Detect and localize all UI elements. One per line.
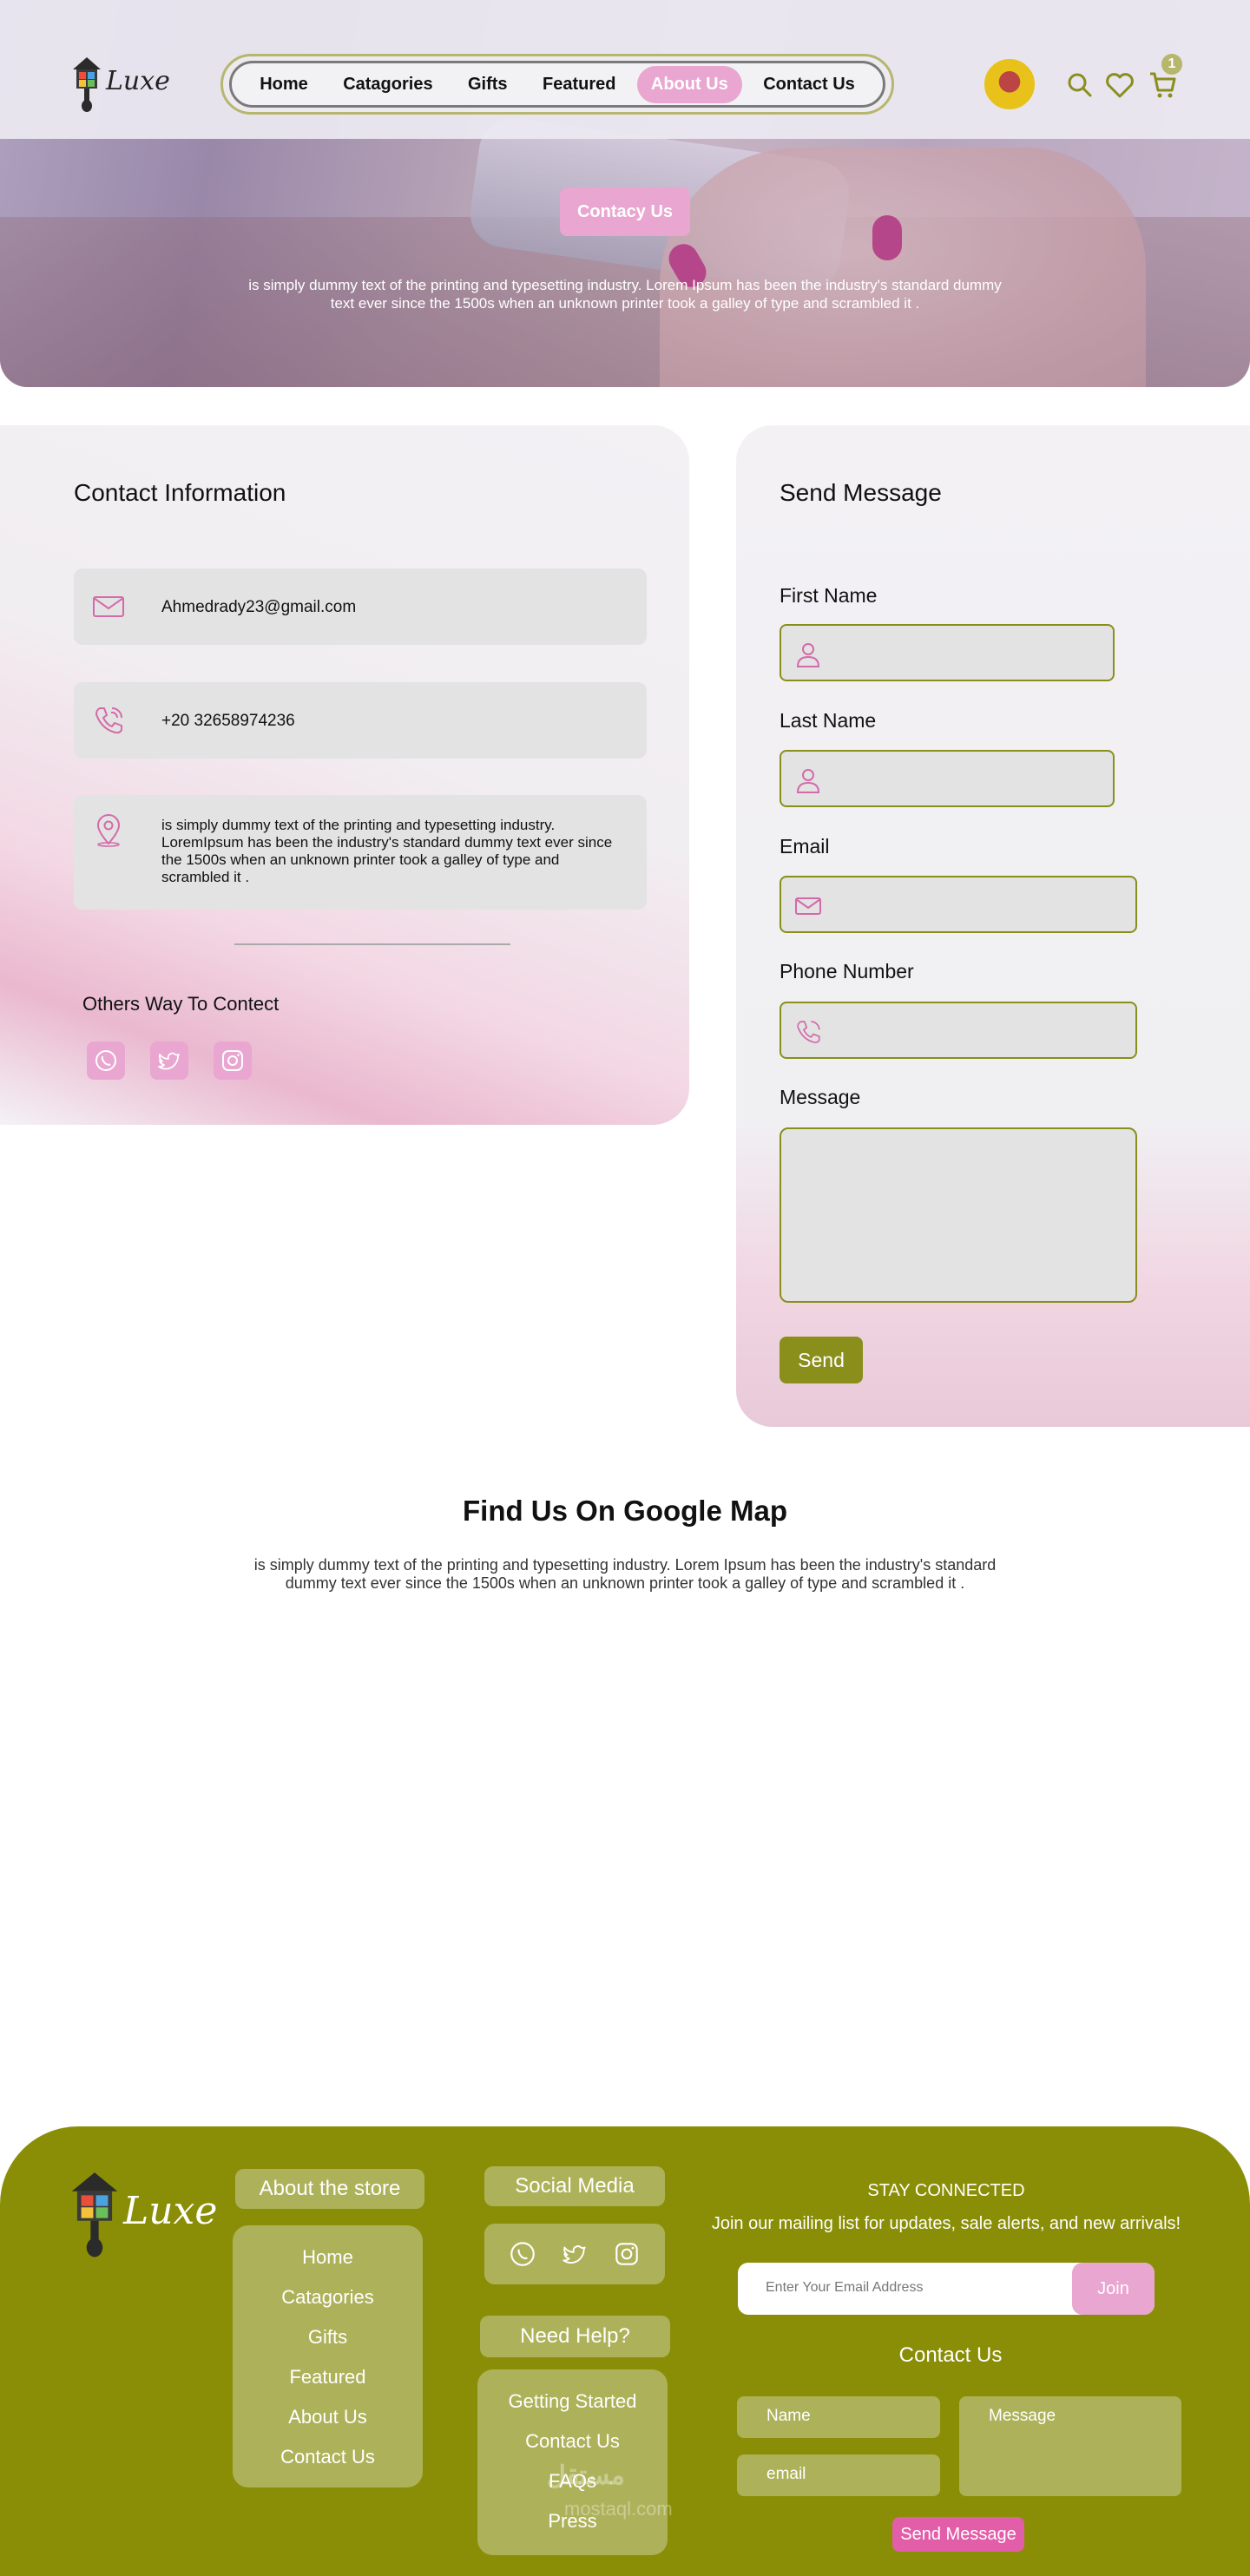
last-name-label: Last Name (780, 709, 877, 732)
user-avatar[interactable] (984, 59, 1035, 109)
phone-icon (95, 707, 122, 734)
hero-contact-button[interactable]: Contacy Us (560, 187, 690, 236)
other-ways-title: Others Way To Contect (82, 993, 280, 1015)
footer-logo-icon[interactable] (64, 2170, 125, 2258)
send-message-title: Send Message (780, 479, 942, 506)
first-name-field[interactable] (780, 624, 1115, 681)
watermark-url: mostaql.com (564, 2498, 673, 2520)
instagram-button[interactable] (214, 1042, 252, 1080)
luxe-logo-icon[interactable] (69, 56, 104, 113)
about-store-links: Home Catagories Gifts Featured About Us … (233, 2225, 423, 2487)
contact-info-card (0, 425, 689, 1125)
send-button[interactable]: Send (780, 1337, 863, 1383)
instagram-icon (222, 1050, 243, 1071)
first-name-label: First Name (780, 584, 878, 607)
footer-message-field[interactable]: Message (959, 2396, 1181, 2496)
footer-link-home[interactable]: Home (233, 2246, 423, 2269)
footer-link-contact-us[interactable]: Contact Us (233, 2446, 423, 2468)
send-message-button[interactable]: Send Message (892, 2517, 1024, 2552)
footer-link-gifts[interactable]: Gifts (233, 2326, 423, 2349)
join-button[interactable]: Join (1072, 2263, 1155, 2315)
contact-info-title: Contact Information (74, 479, 286, 506)
about-store-title: About the store (235, 2169, 424, 2209)
whatsapp-icon[interactable] (508, 2239, 537, 2269)
contact-email: Ahmedrady23@gmail.com (161, 598, 357, 616)
footer-link-featured[interactable]: Featured (233, 2366, 423, 2389)
footer-brand-name: Luxe (123, 2189, 218, 2233)
watermark-logo: مستقل (547, 2461, 625, 2490)
stay-connected-title: STAY CONNECTED (867, 2181, 1025, 2200)
location-pin-icon (96, 814, 121, 847)
social-media-title: Social Media (484, 2166, 665, 2206)
footer-name-field[interactable]: Name (737, 2396, 940, 2438)
email-label: Email (780, 835, 830, 858)
footer-link-about-us[interactable]: About Us (233, 2406, 423, 2428)
nav-about-us[interactable]: About Us (636, 65, 742, 103)
email-field[interactable] (780, 876, 1137, 933)
cart-count-badge: 1 (1161, 54, 1182, 75)
footer-link-help-contact[interactable]: Contact Us (477, 2430, 668, 2453)
need-help-title: Need Help? (480, 2316, 670, 2357)
nav-categories[interactable]: Catagories (329, 66, 446, 103)
nav-featured[interactable]: Featured (529, 66, 629, 103)
nav-contact-us[interactable]: Contact Us (749, 66, 869, 103)
user-icon (796, 769, 820, 793)
phone-info-box (74, 682, 647, 759)
email-info-box (74, 568, 647, 645)
phone-icon (797, 1021, 820, 1043)
message-label: Message (780, 1086, 861, 1108)
user-icon (796, 643, 820, 667)
mail-icon (795, 897, 821, 915)
search-icon[interactable] (1064, 69, 1095, 101)
whatsapp-button[interactable] (87, 1042, 125, 1080)
footer-link-getting-started[interactable]: Getting Started (477, 2390, 668, 2413)
phone-number-field[interactable] (780, 1002, 1137, 1059)
twitter-icon[interactable] (560, 2239, 589, 2269)
last-name-field[interactable] (780, 750, 1115, 807)
map-description: is simply dummy text of the printing and… (253, 1556, 997, 1592)
instagram-icon[interactable] (612, 2239, 641, 2269)
mail-icon (93, 596, 124, 617)
contact-address: is simply dummy text of the printing and… (161, 817, 613, 885)
nav-gifts[interactable]: Gifts (454, 66, 522, 103)
newsletter-email-placeholder: Enter Your Email Address (766, 2280, 924, 2295)
newsletter-text: Join our mailing list for updates, sale … (711, 2214, 1181, 2233)
footer-link-categories[interactable]: Catagories (233, 2286, 423, 2309)
twitter-button[interactable] (150, 1042, 188, 1080)
heart-icon[interactable] (1104, 69, 1135, 101)
main-nav: Home Catagories Gifts Featured About Us … (229, 61, 885, 108)
footer-social-links (484, 2224, 665, 2284)
footer-contact-title: Contact Us (898, 2343, 1003, 2367)
map-title: Find Us On Google Map (463, 1495, 787, 1527)
brand-name: Luxe (106, 66, 170, 96)
divider (234, 943, 510, 945)
message-textarea[interactable] (780, 1127, 1137, 1303)
hero-description: is simply dummy text of the printing and… (248, 277, 1002, 312)
twitter-icon (158, 1052, 180, 1070)
whatsapp-icon (95, 1050, 116, 1071)
phone-number-label: Phone Number (780, 960, 914, 982)
contact-phone: +20 32658974236 (161, 712, 295, 730)
footer-email-field[interactable]: email (737, 2454, 940, 2496)
nav-home[interactable]: Home (246, 66, 322, 103)
